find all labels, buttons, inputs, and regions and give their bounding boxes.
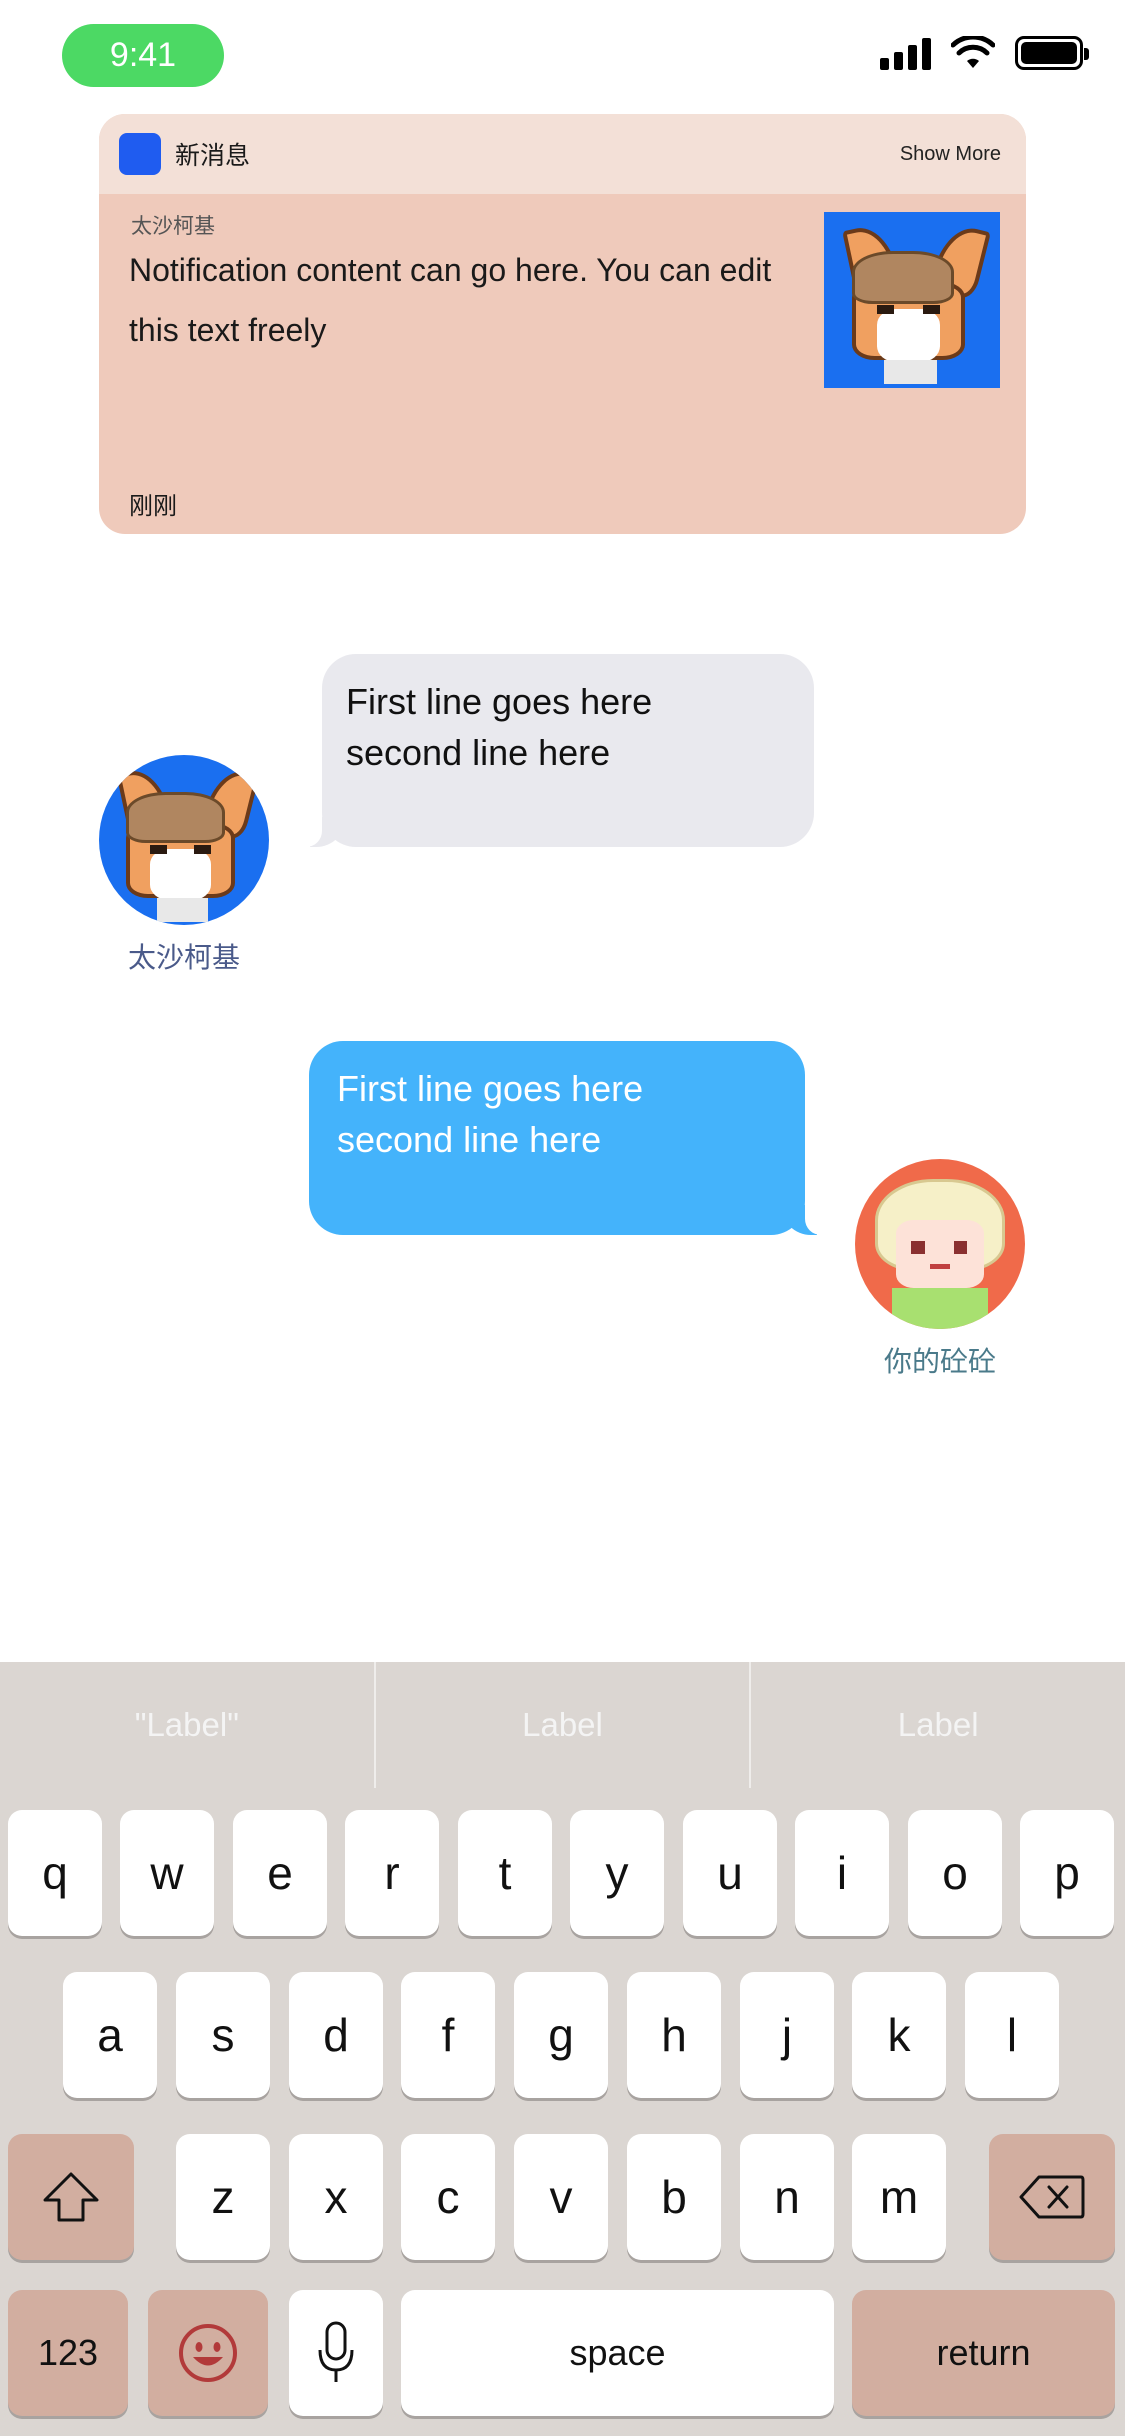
keyboard: "Label" Label Label q w e r t y u i o p … [0,1662,1125,2436]
key-a[interactable]: a [63,1972,157,2098]
notification-thumbnail [824,212,1000,388]
message-line: second line here [346,732,611,773]
delete-key[interactable] [989,2134,1115,2260]
key-k[interactable]: k [852,1972,946,2098]
microphone-key[interactable] [289,2290,383,2416]
key-o[interactable]: o [908,1810,1002,1936]
key-m[interactable]: m [852,2134,946,2260]
key-r[interactable]: r [345,1810,439,1936]
notification-sender: 太沙柯基 [131,215,215,238]
key-h[interactable]: h [627,1972,721,2098]
message-line: First line goes here [337,1068,644,1109]
show-more-button[interactable]: Show More [900,143,1001,166]
backspace-icon [1019,2175,1085,2219]
key-z[interactable]: z [176,2134,270,2260]
key-g[interactable]: g [514,1972,608,2098]
battery-icon [1015,36,1089,70]
notification-header: 新消息 Show More [99,114,1026,194]
key-n[interactable]: n [740,2134,834,2260]
user-avatar[interactable] [855,1159,1025,1329]
key-y[interactable]: y [570,1810,664,1936]
sender-avatar[interactable] [99,755,269,925]
suggestion-item[interactable]: Label [751,1662,1125,1788]
user-name: 你的砼砼 [883,1346,996,1377]
notification-time: 刚刚 [129,493,177,520]
key-b[interactable]: b [627,2134,721,2260]
key-t[interactable]: t [458,1810,552,1936]
corgi-avatar-image [99,755,269,925]
status-bar: 9:41 [0,0,1125,120]
microphone-icon [318,2321,354,2382]
corgi-avatar-image [824,212,1000,388]
shift-arrow-icon [43,2172,99,2222]
key-p[interactable]: p [1020,1810,1114,1936]
space-key[interactable]: space [401,2290,834,2416]
app-icon [119,133,161,175]
key-q[interactable]: q [8,1810,102,1936]
suggestion-item[interactable]: Label [376,1662,750,1788]
key-v[interactable]: v [514,2134,608,2260]
incoming-message-bubble[interactable]: First line goes here second line here [298,654,814,847]
key-e[interactable]: e [233,1810,327,1936]
key-i[interactable]: i [795,1810,889,1936]
notification-body: Notification content can go here. You ca… [129,252,772,348]
key-c[interactable]: c [401,2134,495,2260]
cellular-signal-icon [880,36,931,70]
key-s[interactable]: s [176,1972,270,2098]
key-d[interactable]: d [289,1972,383,2098]
return-key[interactable]: return [852,2290,1115,2416]
shift-key[interactable] [8,2134,134,2260]
key-u[interactable]: u [683,1810,777,1936]
wifi-icon [951,36,995,68]
notification-banner[interactable]: 新消息 Show More 太沙柯基 Notification content … [99,114,1026,534]
key-l[interactable]: l [965,1972,1059,2098]
outgoing-message-bubble[interactable]: First line goes here second line here [309,1041,829,1235]
emoji-key[interactable] [148,2290,268,2416]
key-j[interactable]: j [740,1972,834,2098]
numbers-key[interactable]: 123 [8,2290,128,2416]
status-icons [880,36,1089,70]
smiley-face-icon [179,2324,237,2382]
chibi-avatar-image [855,1159,1025,1329]
key-w[interactable]: w [120,1810,214,1936]
status-time: 9:41 [62,24,224,87]
suggestion-item[interactable]: "Label" [0,1662,374,1788]
message-line: second line here [337,1119,602,1160]
message-line: First line goes here [346,681,653,722]
suggestion-bar: "Label" Label Label [0,1662,1125,1788]
sender-name: 太沙柯基 [127,942,240,973]
notification-app-name: 新消息 [175,142,251,170]
key-f[interactable]: f [401,1972,495,2098]
key-x[interactable]: x [289,2134,383,2260]
